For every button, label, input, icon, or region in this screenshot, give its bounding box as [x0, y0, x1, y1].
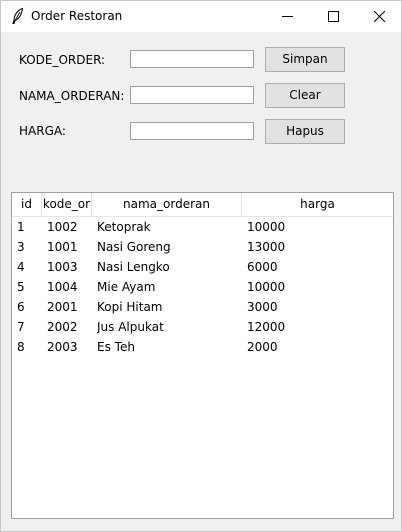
cell-id: 8 — [17, 340, 25, 354]
cell-harga: 13000 — [247, 240, 286, 254]
cell-id: 1 — [17, 220, 25, 234]
cell-nama-orderan: Jus Alpukat — [97, 320, 164, 334]
table-row[interactable]: 1 1002 Ketoprak 10000 — [12, 217, 393, 237]
app-window: Order Restoran KODE_ORDER: Simpan NAMA_O… — [0, 0, 402, 532]
table-row[interactable]: 5 1004 Mie Ayam 10000 — [12, 277, 393, 297]
table-row[interactable]: 8 2003 Es Teh 2000 — [12, 337, 393, 357]
title-bar[interactable]: Order Restoran — [1, 1, 401, 32]
cell-nama-orderan: Kopi Hitam — [97, 300, 163, 314]
table-row[interactable]: 7 2002 Jus Alpukat 12000 — [12, 317, 393, 337]
cell-harga: 12000 — [247, 320, 286, 334]
cell-nama-orderan: Nasi Goreng — [97, 240, 171, 254]
cell-id: 7 — [17, 320, 25, 334]
column-header-kode-order[interactable]: kode_or — [42, 193, 92, 216]
clear-button[interactable]: Clear — [265, 83, 345, 108]
table-header: id kode_or nama_orderan harga — [12, 193, 393, 217]
cell-nama-orderan: Nasi Lengko — [97, 260, 170, 274]
maximize-icon — [328, 11, 339, 22]
cell-id: 4 — [17, 260, 25, 274]
cell-harga: 3000 — [247, 300, 278, 314]
cell-kode-order: 1002 — [47, 220, 78, 234]
table-row[interactable]: 3 1001 Nasi Goreng 13000 — [12, 237, 393, 257]
cell-kode-order: 2002 — [47, 320, 78, 334]
column-header-harga[interactable]: harga — [242, 193, 393, 216]
kode-order-label: KODE_ORDER: — [19, 53, 106, 67]
cell-kode-order: 1003 — [47, 260, 78, 274]
cell-nama-orderan: Es Teh — [97, 340, 135, 354]
nama-orderan-input[interactable] — [130, 86, 254, 104]
feather-icon — [12, 7, 24, 24]
table-row[interactable]: 6 2001 Kopi Hitam 3000 — [12, 297, 393, 317]
maximize-button[interactable] — [310, 1, 356, 32]
cell-nama-orderan: Ketoprak — [97, 220, 151, 234]
column-header-nama-orderan[interactable]: nama_orderan — [92, 193, 242, 216]
simpan-button[interactable]: Simpan — [265, 47, 345, 72]
column-header-id[interactable]: id — [12, 193, 42, 216]
kode-order-input[interactable] — [130, 50, 254, 68]
cell-kode-order: 2003 — [47, 340, 78, 354]
cell-harga: 10000 — [247, 280, 286, 294]
cell-kode-order: 1001 — [47, 240, 78, 254]
cell-id: 3 — [17, 240, 25, 254]
cell-kode-order: 1004 — [47, 280, 78, 294]
window-title: Order Restoran — [31, 9, 123, 23]
cell-id: 6 — [17, 300, 25, 314]
cell-nama-orderan: Mie Ayam — [97, 280, 156, 294]
cell-harga: 10000 — [247, 220, 286, 234]
orders-table[interactable]: id kode_or nama_orderan harga 1 1002 Ket… — [11, 192, 394, 519]
hapus-button[interactable]: Hapus — [265, 119, 345, 144]
harga-label: HARGA: — [19, 124, 66, 138]
table-row[interactable]: 4 1003 Nasi Lengko 6000 — [12, 257, 393, 277]
cell-harga: 6000 — [247, 260, 278, 274]
close-button[interactable] — [356, 1, 402, 32]
minimize-button[interactable] — [264, 1, 310, 32]
cell-harga: 2000 — [247, 340, 278, 354]
cell-id: 5 — [17, 280, 25, 294]
nama-orderan-label: NAMA_ORDERAN: — [19, 89, 125, 103]
close-icon — [374, 11, 385, 22]
harga-input[interactable] — [130, 122, 254, 140]
minimize-icon — [282, 16, 293, 17]
cell-kode-order: 2001 — [47, 300, 78, 314]
